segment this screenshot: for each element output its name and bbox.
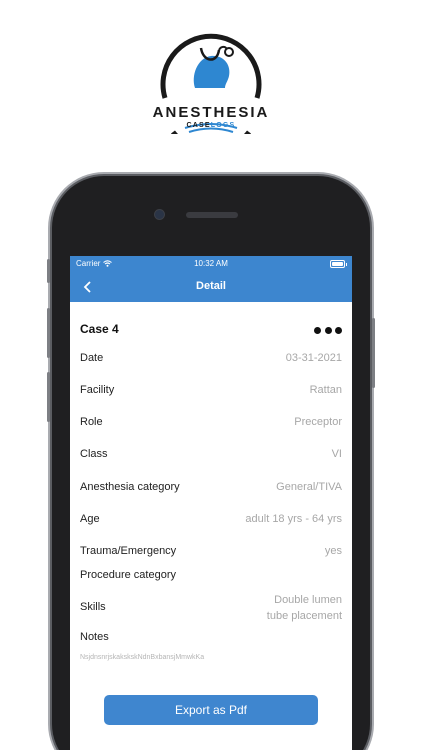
detail-label: Age <box>80 513 100 525</box>
detail-label: Anesthesia category <box>80 481 180 493</box>
detail-label: Facility <box>80 384 115 396</box>
logo-subtitle: CASELOGS <box>145 122 277 129</box>
detail-value-line: tube placement <box>266 610 342 622</box>
detail-value: adult 18 yrs - 64 yrs <box>245 513 342 525</box>
detail-row-age: Age adult 18 yrs - 64 yrs <box>80 513 342 529</box>
detail-value: 03-31-2021 <box>285 352 342 364</box>
logo-subtitle-case: CASE <box>186 122 211 129</box>
detail-label: Procedure category <box>80 569 176 581</box>
detail-row-class: Class VI <box>80 448 342 464</box>
case-title: Case 4 <box>80 322 119 336</box>
app-logo: ANESTHESIA CASELOGS <box>145 28 277 134</box>
volume-up-button <box>47 308 50 358</box>
nav-title: Detail <box>196 280 226 292</box>
case-header: Case 4 <box>80 322 342 338</box>
detail-value: Rattan <box>309 384 342 396</box>
detail-row-skills: Skills Double lumen tube placement <box>80 592 342 624</box>
status-bar: Carrier 10:32 AM <box>70 256 352 272</box>
notes-text: NsjdnsnrjskakskskNdnBxbansjMmwkKa <box>80 654 205 661</box>
battery-icon <box>330 260 347 268</box>
more-dot-icon <box>335 326 342 334</box>
logo-subtitle-logs: LOGS <box>210 122 236 129</box>
battery-fill <box>332 262 343 266</box>
detail-row-date: Date 03-31-2021 <box>80 352 342 368</box>
detail-value-line: Double lumen <box>274 594 342 606</box>
detail-row-procedure-category: Procedure category <box>80 569 342 585</box>
more-options-button[interactable] <box>314 325 342 335</box>
detail-value: Double lumen tube placement <box>267 592 342 624</box>
detail-value: Preceptor <box>294 416 342 428</box>
logo-title: ANESTHESIA <box>152 104 270 121</box>
detail-label: Skills <box>80 601 106 613</box>
detail-value: VI <box>331 448 342 460</box>
app-screen: Carrier 10:32 AM Detail Case 4 Date 03-3… <box>70 256 352 750</box>
more-dot-icon <box>324 326 332 334</box>
more-dot-icon <box>314 326 321 334</box>
detail-row-role: Role Preceptor <box>80 416 342 432</box>
detail-value: yes <box>324 545 342 557</box>
detail-row-trauma-emergency: Trauma/Emergency yes <box>80 545 342 561</box>
detail-label: Date <box>80 352 104 364</box>
detail-label: Trauma/Emergency <box>80 545 177 557</box>
mute-switch <box>47 259 50 283</box>
detail-row-anesthesia-category: Anesthesia category General/TIVA <box>80 481 342 497</box>
detail-label: Class <box>80 448 108 460</box>
status-time: 10:32 AM <box>194 259 228 268</box>
volume-down-button <box>47 372 50 422</box>
front-camera <box>155 210 164 219</box>
detail-label: Notes <box>80 631 109 643</box>
detail-value: General/TIVA <box>276 481 342 493</box>
detail-label: Role <box>80 416 103 428</box>
navigation-bar: Detail <box>70 272 352 302</box>
power-button <box>372 318 375 388</box>
detail-row-notes: Notes <box>80 631 342 647</box>
earpiece-speaker <box>186 212 238 218</box>
detail-row-facility: Facility Rattan <box>80 384 342 400</box>
export-pdf-button[interactable]: Export as Pdf <box>104 695 318 725</box>
